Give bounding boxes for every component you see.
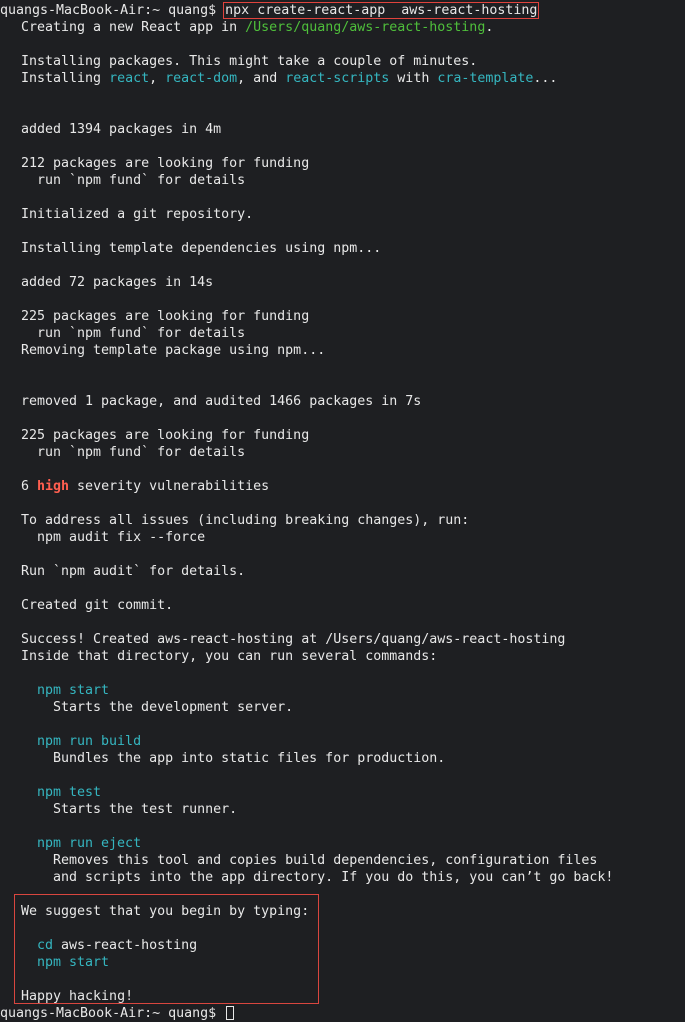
output-line: Run `npm audit` for details. [21,564,246,579]
output-line: Initialized a git repository. [21,207,254,222]
vulnerability-line: 6 high severity vulnerabilities [21,478,685,495]
output-line: run `npm fund` for details [37,445,246,460]
output-line: removed 1 package, and audited 1466 pack… [21,394,422,409]
output-line: We suggest that you begin by typing: [21,904,310,919]
command-description: Removes this tool and copies build depen… [53,853,598,868]
output-line: run `npm fund` for details [37,173,246,188]
command-description: Starts the test runner. [53,802,238,817]
command-description: Bundles the app into static files for pr… [53,751,446,766]
output-line: Creating a new React app in /Users/quang… [21,19,685,36]
command-line: quangs-MacBook-Air:~ quang$ npx create-r… [0,2,685,19]
output-text: with [389,71,438,86]
output-text: , and [237,71,286,86]
output-line: added 72 packages in 14s [21,275,214,290]
command-name: npm start [37,683,110,698]
package-name: cra-template [437,71,534,86]
output-line: Installing packages. This might take a c… [21,54,478,69]
command-description: Starts the development server. [53,700,294,715]
output-line: 225 packages are looking for funding [21,309,310,324]
output-text: Creating a new React app in [21,20,246,35]
output-line: run `npm fund` for details [37,326,246,341]
output-text: aws-react-hosting [53,938,198,953]
output-text: 6 [21,479,38,494]
command-name: cd [37,938,54,953]
output-line: Installing template dependencies using n… [21,241,382,256]
output-line: Inside that directory, you can run sever… [21,649,438,664]
output-line: Success! Created aws-react-hosting at /U… [21,632,566,647]
output-line: npm audit fix --force [37,530,206,545]
output-line: added 1394 packages in 4m [21,122,222,137]
output-line: 225 packages are looking for funding [21,428,310,443]
package-name: react-scripts [285,71,390,86]
package-name: react [109,71,150,86]
output-line: Installing react, react-dom, and react-s… [21,70,685,87]
command-description: and scripts into the app directory. If y… [53,870,614,885]
output-line: 212 packages are looking for funding [21,156,310,171]
severity-high: high [37,479,70,494]
output-line: Happy hacking! [21,989,134,1004]
shell-prompt: quangs-MacBook-Air:~ quang$ [0,1006,217,1021]
package-name: react-dom [165,71,238,86]
command-name: npm test [37,785,102,800]
output-line: Created git commit. [21,598,174,613]
output-text: ... [533,71,558,86]
command-name: npm start [37,955,110,970]
output-text: , [149,71,166,86]
command-name: npm run build [37,734,142,749]
path-text: /Users/quang/aws-react-hosting [245,20,486,35]
output-line: Removing template package using npm... [21,343,326,358]
suggest-cd-line: cd aws-react-hosting [21,937,685,954]
output-text: severity vulnerabilities [69,479,270,494]
active-prompt-line[interactable]: quangs-MacBook-Air:~ quang$ [0,1005,685,1022]
output-line: To address all issues (including breakin… [21,513,470,528]
command-name: npm run eject [37,836,142,851]
text-cursor[interactable] [226,1006,235,1020]
output-text: . [485,20,494,35]
shell-prompt: quangs-MacBook-Air:~ quang$ [0,3,217,18]
highlighted-command: npx create-react-app aws-react-hosting [223,2,540,19]
output-text: Installing [21,71,110,86]
terminal-window[interactable]: quangs-MacBook-Air:~ quang$ npx create-r… [0,0,685,1022]
